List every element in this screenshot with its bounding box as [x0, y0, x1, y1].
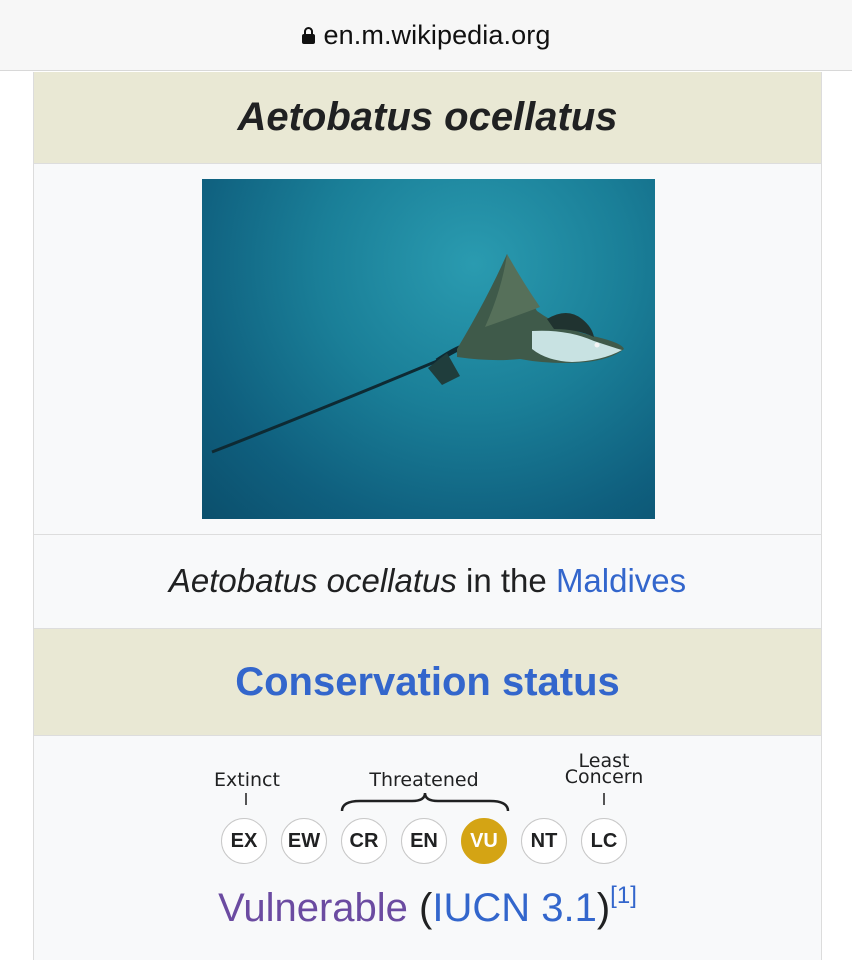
reference-link[interactable]: [1]	[610, 882, 637, 909]
caption-species: Aetobatus ocellatus	[168, 562, 457, 599]
divider	[34, 735, 821, 736]
caption-text: in the	[456, 562, 556, 599]
status-ex[interactable]: EX	[221, 818, 267, 864]
conservation-scale[interactable]: Extinct Threatened Least Concern EX EW C…	[34, 747, 821, 877]
status-lc[interactable]: LC	[581, 818, 627, 864]
eagle-ray-illustration	[211, 254, 624, 454]
infobox-title: Aetobatus ocellatus	[34, 72, 821, 163]
status-nt[interactable]: NT	[521, 818, 567, 864]
conservation-status-text: Vulnerable (IUCN 3.1)[1]	[34, 882, 821, 931]
least-concern-tick	[603, 793, 605, 805]
divider	[34, 534, 821, 535]
status-paren-close: )	[596, 886, 611, 930]
divider	[34, 163, 821, 164]
vulnerable-link[interactable]: Vulnerable	[218, 886, 408, 930]
status-en[interactable]: EN	[401, 818, 447, 864]
image-caption: Aetobatus ocellatus in the Maldives	[34, 562, 821, 600]
extinct-label: Extinct	[214, 769, 280, 791]
maldives-link[interactable]: Maldives	[556, 562, 686, 599]
least-concern-label: Least Concern	[554, 752, 654, 788]
threatened-label: Threatened	[369, 769, 479, 791]
lock-icon	[301, 27, 315, 45]
iucn-link[interactable]: IUCN 3.1	[432, 886, 597, 930]
status-paren-open: (	[407, 886, 433, 930]
status-ew[interactable]: EW	[281, 818, 327, 864]
infobox: Aetobatus ocellatus Aetobatus ocellatus …	[33, 72, 822, 960]
url-text[interactable]: en.m.wikipedia.org	[324, 20, 551, 51]
address-bar[interactable]: en.m.wikipedia.org	[0, 0, 852, 71]
status-vu-selected[interactable]: VU	[461, 818, 507, 864]
least-concern-line2: Concern	[564, 766, 644, 788]
threatened-brace	[340, 792, 510, 812]
conservation-status-header[interactable]: Conservation status	[34, 629, 821, 735]
species-photo[interactable]	[202, 179, 655, 519]
extinct-tick	[245, 793, 247, 805]
status-cr[interactable]: CR	[341, 818, 387, 864]
